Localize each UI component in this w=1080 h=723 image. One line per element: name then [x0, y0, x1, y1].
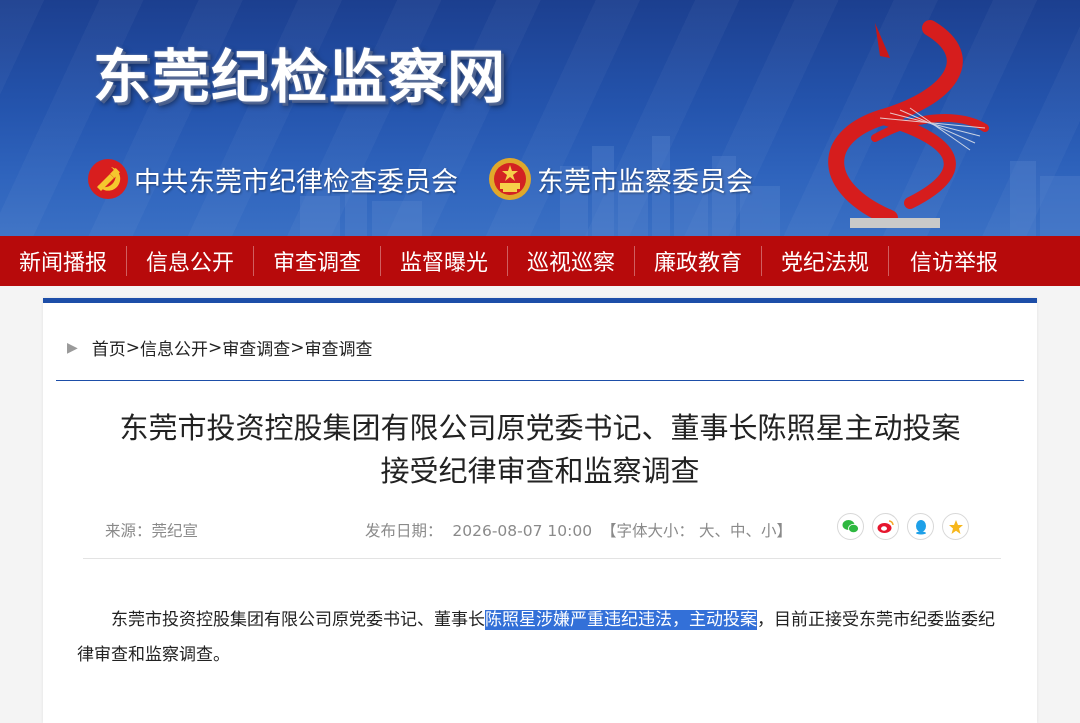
- main-nav: 新闻播报 信息公开 审查调查 监督曝光 巡视巡察 廉政教育 党纪法规 信访举报: [0, 236, 1080, 286]
- breadcrumb-info-disclosure[interactable]: 信息公开: [140, 335, 208, 360]
- breadcrumb-separator: >: [290, 337, 305, 358]
- site-title: 东莞纪检监察网: [93, 43, 507, 111]
- breadcrumb-investigation[interactable]: 审查调查: [222, 335, 290, 360]
- article-source: 来源：莞纪宣: [105, 522, 199, 540]
- nav-info-disclosure[interactable]: 信息公开: [127, 236, 253, 286]
- nav-investigation[interactable]: 审查调查: [254, 236, 380, 286]
- commission-link[interactable]: 中共东莞市纪律检查委员会: [86, 152, 458, 206]
- nav-exposure[interactable]: 监督曝光: [381, 236, 507, 286]
- body-text-start: 东莞市投资控股集团有限公司原党委书记、董事长: [111, 610, 485, 630]
- article-body: 东莞市投资控股集团有限公司原党委书记、董事长陈照星涉嫌严重违纪违法，主动投案，目…: [77, 603, 1003, 673]
- article-title: 东莞市投资控股集团有限公司原党委书记、董事长陈照星主动投案 接受纪律审查和监察调…: [73, 407, 1007, 493]
- play-arrow-icon: ▶: [67, 339, 78, 356]
- breadcrumb-divider: [56, 380, 1024, 381]
- font-large-button[interactable]: 大: [699, 522, 715, 540]
- share-wechat-button[interactable]: [837, 513, 864, 540]
- nav-regulations[interactable]: 党纪法规: [762, 236, 888, 286]
- supervision-link[interactable]: 东莞市监察委员会: [487, 152, 753, 206]
- site-banner: 东莞纪检监察网 中共东莞市纪律检查委员会 东莞市监察委员会: [0, 0, 1080, 236]
- publish-date: 发布日期： 2026-08-07 10:00: [365, 519, 592, 541]
- nav-news[interactable]: 新闻播报: [0, 236, 126, 286]
- font-size-close: 】: [776, 522, 793, 540]
- breadcrumb-separator: >: [208, 337, 223, 358]
- wechat-icon: [842, 520, 859, 534]
- qq-icon: [915, 519, 926, 534]
- publish-date-label: 发布日期：: [365, 522, 443, 540]
- font-small-button[interactable]: 小: [761, 522, 777, 540]
- share-bar: [837, 513, 969, 540]
- article-panel: ▶ 首页 > 信息公开 > 审查调查 > 审查调查 东莞市投资控股集团有限公司原…: [43, 298, 1037, 723]
- nav-petition[interactable]: 信访举报: [889, 236, 1019, 286]
- breadcrumb: ▶ 首页 > 信息公开 > 审查调查 > 审查调查: [67, 335, 373, 361]
- article-title-line2: 接受纪律审查和监察调查: [380, 454, 700, 488]
- font-size-control: 【字体大小： 大、中、小】: [601, 519, 792, 541]
- breadcrumb-separator: >: [125, 337, 141, 358]
- share-qzone-button[interactable]: [942, 513, 969, 540]
- supervision-name: 东莞市监察委员会: [537, 166, 753, 198]
- font-size-label: 【字体大小：: [601, 522, 695, 540]
- nav-inspection[interactable]: 巡视巡察: [508, 236, 634, 286]
- font-separator: 、: [745, 522, 762, 540]
- meta-divider: [83, 558, 1001, 559]
- font-separator: 、: [714, 522, 730, 540]
- breadcrumb-current[interactable]: 审查调查: [305, 335, 373, 360]
- font-medium-button[interactable]: 中: [730, 522, 746, 540]
- article-meta: 来源：莞纪宣 发布日期： 2026-08-07 10:00 【字体大小： 大、中…: [43, 513, 1037, 543]
- commission-name: 中共东莞市纪律检查委员会: [134, 166, 458, 198]
- nav-education[interactable]: 廉政教育: [635, 236, 761, 286]
- share-qq-button[interactable]: [907, 513, 934, 540]
- red-sculpture-image: [828, 20, 989, 228]
- publish-date-value: 2026-08-07 10:00: [452, 522, 593, 540]
- weibo-icon: [877, 520, 894, 533]
- qzone-icon: [948, 519, 963, 534]
- share-weibo-button[interactable]: [872, 513, 899, 540]
- national-emblem-icon: [489, 158, 531, 200]
- party-emblem-icon: [88, 159, 128, 199]
- article-title-line1: 东莞市投资控股集团有限公司原党委书记、董事长陈照星主动投案: [119, 411, 961, 445]
- breadcrumb-home[interactable]: 首页: [92, 335, 126, 360]
- selected-text[interactable]: 陈照星涉嫌严重违纪违法，主动投案: [485, 610, 757, 630]
